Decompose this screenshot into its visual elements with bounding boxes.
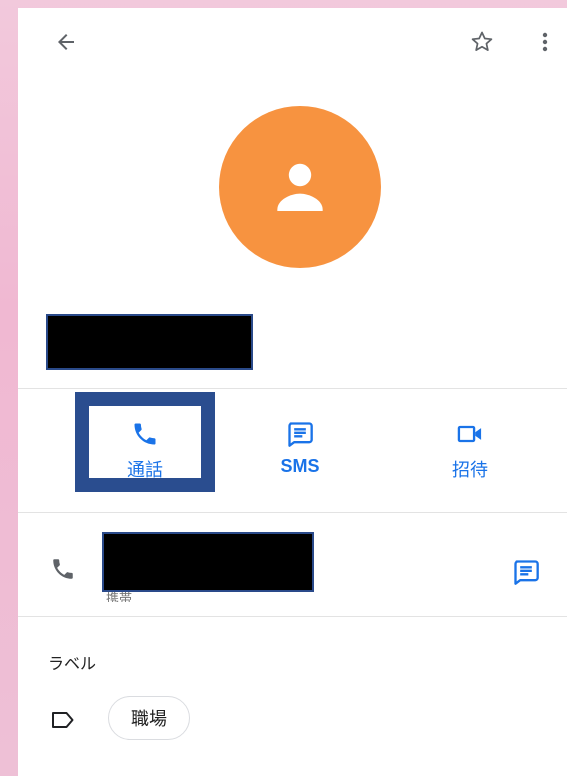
labels-section-title: ラベル bbox=[48, 656, 97, 673]
label-chip-work[interactable]: 職場 bbox=[108, 696, 190, 740]
contact-name-redacted bbox=[46, 314, 253, 370]
label-outline-icon bbox=[52, 712, 74, 728]
divider bbox=[18, 388, 567, 389]
sms-action-label: SMS bbox=[280, 456, 320, 476]
divider bbox=[18, 512, 567, 513]
back-button[interactable] bbox=[46, 24, 86, 60]
phone-icon bbox=[53, 559, 73, 579]
contact-avatar bbox=[219, 106, 381, 268]
more-vert-icon bbox=[542, 32, 548, 52]
message-icon bbox=[514, 560, 539, 585]
videocam-icon bbox=[457, 425, 482, 443]
top-app-bar bbox=[18, 8, 567, 72]
call-action[interactable]: 通話 bbox=[75, 392, 215, 492]
favorite-button[interactable] bbox=[462, 22, 502, 62]
call-action-label: 通話 bbox=[127, 460, 163, 480]
message-icon bbox=[288, 422, 313, 447]
send-message-button[interactable] bbox=[506, 552, 546, 592]
phone-number-row[interactable]: 携帯 bbox=[18, 516, 567, 616]
invite-action-label: 招待 bbox=[452, 460, 488, 480]
arrow-back-icon bbox=[58, 34, 74, 50]
star-outline-icon bbox=[471, 31, 493, 51]
phone-number-redacted bbox=[102, 532, 314, 592]
contact-details-screen: 通話 SMS 招待 携帯 ラベル 職場 bbox=[18, 8, 567, 776]
phone-icon bbox=[134, 423, 156, 445]
sms-action[interactable]: SMS bbox=[230, 392, 370, 492]
more-options-button[interactable] bbox=[530, 22, 560, 62]
person-icon bbox=[277, 163, 323, 211]
invite-action[interactable]: 招待 bbox=[400, 392, 540, 492]
divider bbox=[18, 616, 567, 617]
